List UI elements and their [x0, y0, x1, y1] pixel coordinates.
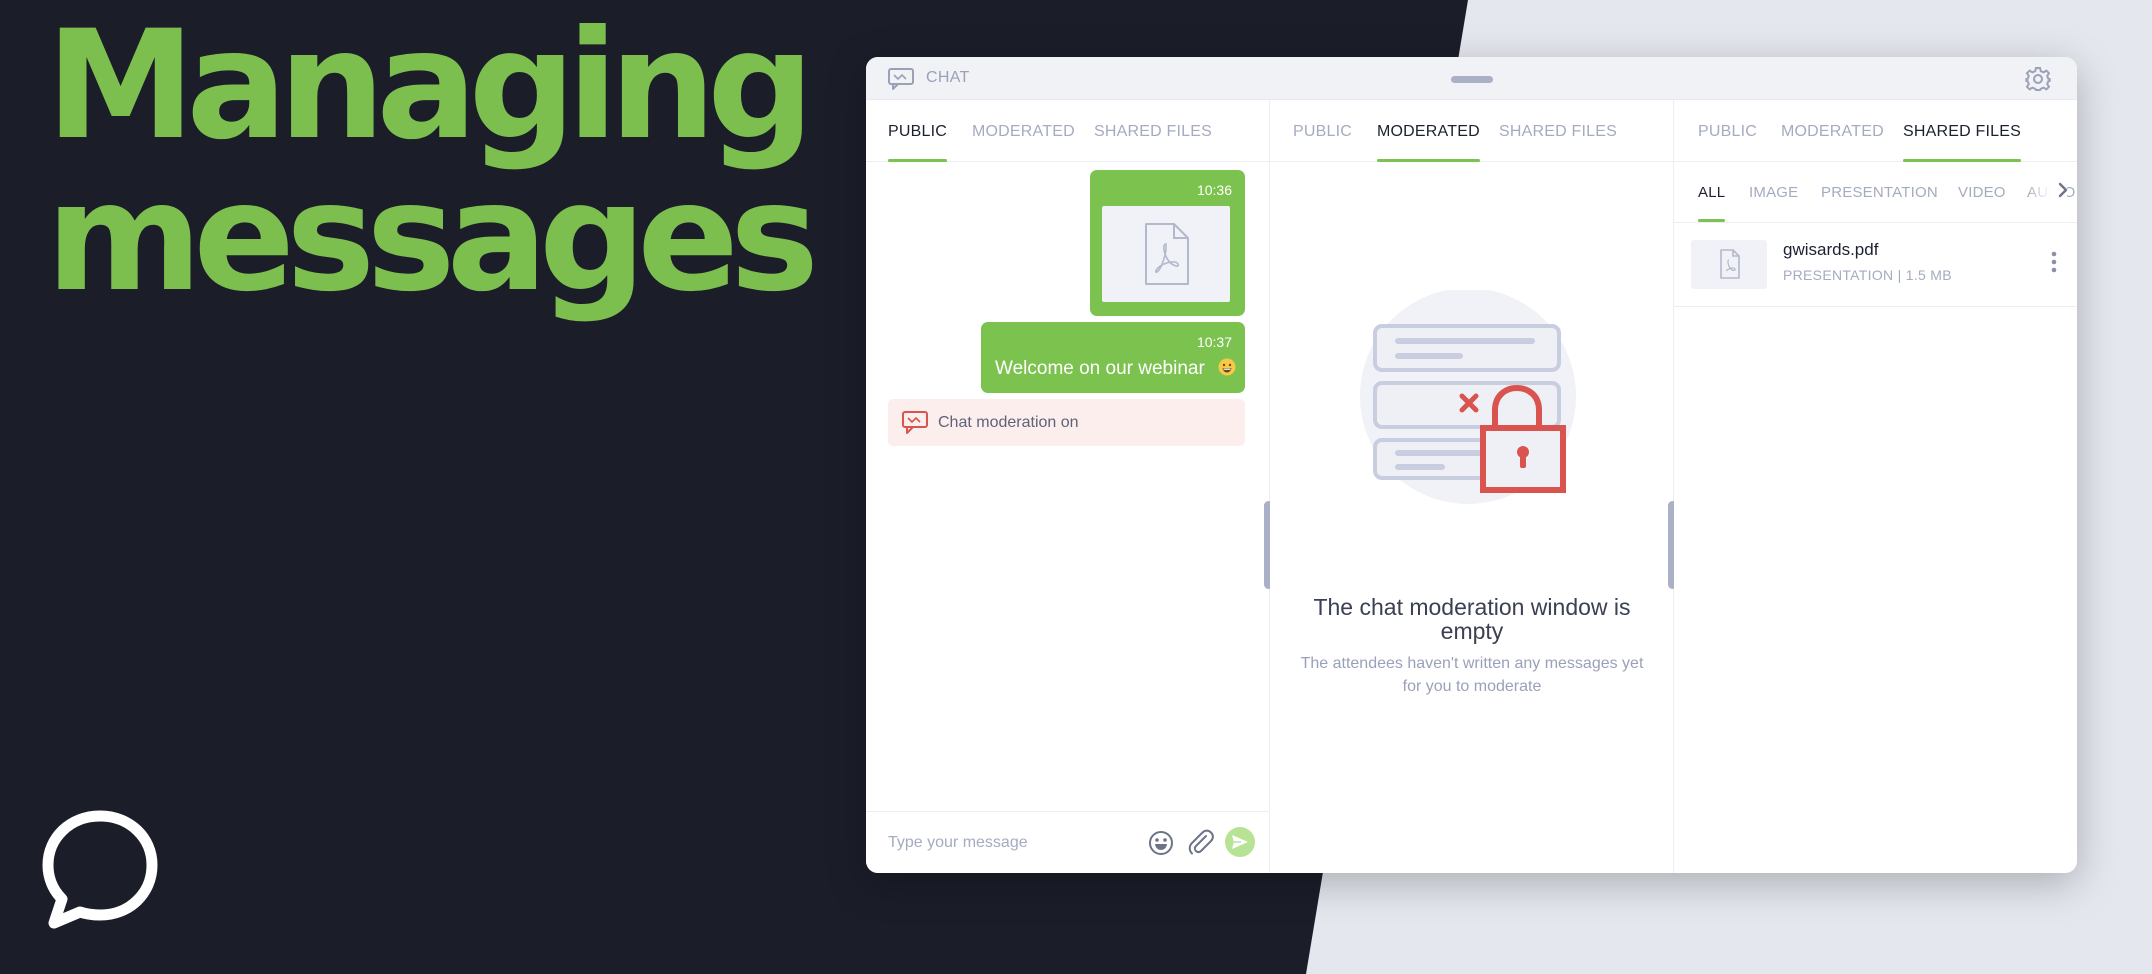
message-bubble-file[interactable]: 10:36: [1090, 170, 1245, 316]
tab-public[interactable]: PUBLIC: [1293, 123, 1352, 141]
message-text: Welcome on our webinar: [995, 358, 1205, 379]
empty-state-title: The chat moderation window is empty: [1313, 594, 1631, 644]
moderation-notice: Chat moderation on: [888, 399, 1245, 446]
drag-handle[interactable]: [1451, 76, 1493, 83]
emoji-icon[interactable]: [1148, 830, 1174, 856]
title-bar[interactable]: CHAT: [866, 57, 2077, 100]
pdf-file-icon: [1720, 249, 1740, 279]
shared-files-column: PUBLIC MODERATED SHARED FILES ALL IMAGE …: [1674, 100, 2077, 873]
filter-video[interactable]: VIDEO: [1958, 184, 2006, 201]
tab-shared-files[interactable]: SHARED FILES: [1903, 123, 2021, 162]
moderation-notice-text: Chat moderation on: [938, 414, 1079, 431]
chevron-right-icon[interactable]: [2057, 182, 2069, 198]
message-input[interactable]: [888, 830, 1148, 856]
filter-presentation[interactable]: PRESENTATION: [1821, 184, 1938, 201]
tab-bar: PUBLIC MODERATED SHARED FILES: [1674, 100, 2077, 162]
send-icon: [1232, 835, 1248, 849]
shared-file-row[interactable]: gwisards.pdf PRESENTATION | 1.5 MB: [1674, 223, 2077, 307]
grinning-emoji-icon: [1218, 358, 1236, 376]
chat-icon: [888, 68, 914, 90]
tab-public[interactable]: PUBLIC: [1698, 123, 1757, 141]
tab-bar: PUBLIC MODERATED SHARED FILES: [1270, 100, 1673, 162]
send-button[interactable]: [1225, 827, 1255, 857]
public-chat-column: PUBLIC MODERATED SHARED FILES 10:36 10:3…: [866, 100, 1273, 873]
window-title: CHAT: [926, 69, 970, 86]
tab-shared-files[interactable]: SHARED FILES: [1499, 123, 1617, 141]
chat-moderation-icon: [902, 411, 928, 434]
headline-line-2: messages: [46, 151, 819, 325]
file-type-filter-bar: ALL IMAGE PRESENTATION VIDEO AUDIO: [1674, 162, 2077, 223]
tab-moderated[interactable]: MODERATED: [1377, 123, 1480, 162]
file-thumbnail: [1691, 240, 1767, 289]
tab-bar: PUBLIC MODERATED SHARED FILES: [866, 100, 1269, 162]
headline: Managing messages: [46, 0, 819, 325]
file-meta: PRESENTATION | 1.5 MB: [1783, 267, 1952, 283]
moderated-chat-column: PUBLIC MODERATED SHARED FILES The chat m…: [1270, 100, 1677, 873]
message-time: 10:36: [1196, 182, 1232, 198]
message-composer: [866, 811, 1269, 873]
filter-image[interactable]: IMAGE: [1749, 184, 1798, 201]
pdf-file-icon: [1145, 223, 1189, 285]
filter-all[interactable]: ALL: [1698, 184, 1726, 222]
message-bubble-text[interactable]: 10:37 Welcome on our webinar: [981, 322, 1245, 393]
paperclip-icon[interactable]: [1187, 829, 1215, 857]
file-attachment[interactable]: [1102, 206, 1230, 302]
tab-moderated[interactable]: MODERATED: [972, 123, 1075, 141]
locked-messages-illustration: [1360, 290, 1576, 504]
chat-window: CHAT PUBLIC MODERATED SHARED FILES 10:36: [866, 57, 2077, 873]
more-options-icon[interactable]: [2051, 251, 2057, 273]
tab-public[interactable]: PUBLIC: [888, 123, 947, 162]
gear-icon[interactable]: [2025, 66, 2051, 92]
message-time: 10:37: [1196, 334, 1232, 350]
empty-state-subtitle: The attendees haven't written any messag…: [1300, 655, 1644, 695]
tab-moderated[interactable]: MODERATED: [1781, 123, 1884, 141]
file-name: gwisards.pdf: [1783, 240, 1879, 259]
headline-line-1: Managing: [46, 0, 814, 173]
message-text-row: Welcome on our webinar: [995, 358, 1236, 380]
speech-bubble-logo-icon: [42, 810, 158, 929]
tab-shared-files[interactable]: SHARED FILES: [1094, 123, 1212, 141]
